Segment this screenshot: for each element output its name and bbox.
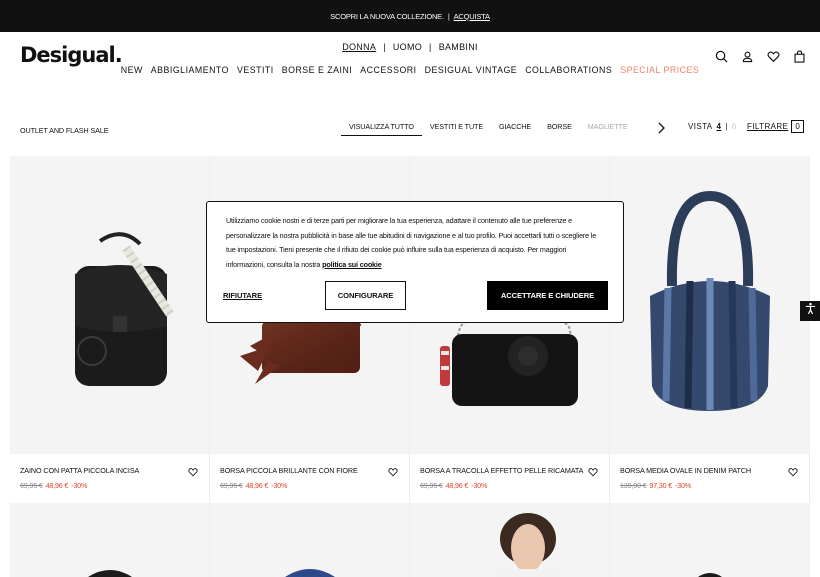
tab-bambini[interactable]: BAMBINI xyxy=(439,42,478,52)
old-price: 69,95 € xyxy=(220,481,243,490)
gender-sep: | xyxy=(429,42,432,52)
vista-4[interactable]: 4 xyxy=(717,122,722,131)
discount-badge: -30% xyxy=(271,481,288,490)
heart-icon[interactable] xyxy=(788,464,798,477)
product-grid-row-2 xyxy=(10,503,810,577)
product-name[interactable]: ZAINO CON PATTA PICCOLA INCISA xyxy=(20,466,185,475)
category-filters: VISUALIZZA TUTTO VESTITI E TUTE GIACCHE … xyxy=(341,118,647,136)
accessibility-button[interactable] xyxy=(800,301,820,321)
product-image[interactable] xyxy=(10,503,210,577)
discount-badge: -30% xyxy=(471,481,488,490)
bag-icon[interactable] xyxy=(793,50,806,63)
vista-label: VISTA xyxy=(688,122,713,131)
nav-desigual-vintage[interactable]: DESIGUAL VINTAGE xyxy=(425,65,518,75)
nav-collaborations[interactable]: COLLABORATIONS xyxy=(525,65,612,75)
category-vestiti-e-tute[interactable]: VESTITI E TUTE xyxy=(422,118,491,136)
category-magliette[interactable]: MAGLIETTE xyxy=(580,118,636,136)
configure-button[interactable]: CONFIGURARE xyxy=(325,281,406,310)
backpack-image xyxy=(75,232,174,386)
new-price: 48,96 € xyxy=(45,481,69,490)
product-card[interactable]: ZAINO CON PATTA PICCOLA INCISA 69,95 € 4… xyxy=(10,156,210,503)
nav-special-prices[interactable]: SPECIAL PRICES xyxy=(620,65,699,75)
category-visualizza-tutto[interactable]: VISUALIZZA TUTTO xyxy=(341,118,422,136)
nav-accessori[interactable]: ACCESSORI xyxy=(360,65,416,75)
category-giacche[interactable]: GIACCHE xyxy=(491,118,539,136)
view-switcher: VISTA 4 | 6 xyxy=(688,122,737,131)
product-image[interactable] xyxy=(10,156,209,454)
tab-uomo[interactable]: UOMO xyxy=(393,42,422,52)
promo-link[interactable]: ACQUISTA xyxy=(454,12,490,21)
promo-bar: SCOPRI LA NUOVA COLLEZIONE. | ACQUISTA xyxy=(0,0,820,32)
promo-separator: | xyxy=(447,11,450,21)
cookie-body: Utilizziamo cookie nostri e di terze par… xyxy=(226,216,597,269)
product-name[interactable]: BORSA MEDIA OVALE IN DENIM PATCH xyxy=(620,466,785,475)
filter-count: 0 xyxy=(791,120,805,133)
main-nav: NEW ABBIGLIAMENTO VESTITI BORSE E ZAINI … xyxy=(0,65,820,75)
accept-button[interactable]: ACCETTARE E CHIUDERE xyxy=(487,281,608,310)
user-icon[interactable] xyxy=(741,50,754,63)
cookie-banner: Utilizziamo cookie nostri e di terze par… xyxy=(206,201,624,323)
cookie-policy-link[interactable]: politica sui cookie xyxy=(322,260,382,269)
gender-tabs: DONNA | UOMO | BAMBINI xyxy=(0,42,820,52)
heart-icon[interactable] xyxy=(188,464,198,477)
search-icon[interactable] xyxy=(715,50,728,63)
breadcrumb[interactable]: OUTLET AND FLASH SALE xyxy=(20,126,109,135)
product-image[interactable] xyxy=(610,503,810,577)
product-price: 139,00 € 97,30 € -30% xyxy=(620,481,691,490)
promo-text: SCOPRI LA NUOVA COLLEZIONE. xyxy=(330,11,444,21)
product-name[interactable]: BORSA A TRACOLLA EFFETTO PELLE RICAMATA xyxy=(420,466,585,475)
header-icons xyxy=(715,50,806,63)
category-borse[interactable]: BORSE xyxy=(539,118,580,136)
accessibility-icon xyxy=(804,302,817,320)
product-price: 69,95 € 48,96 € -30% xyxy=(420,481,487,490)
old-price: 69,95 € xyxy=(420,481,443,490)
discount-badge: -30% xyxy=(674,481,691,490)
product-image[interactable] xyxy=(610,156,809,454)
product-price: 69,95 € 48,96 € -30% xyxy=(220,481,287,490)
gender-sep: | xyxy=(383,42,386,52)
nav-abbigliamento[interactable]: ABBIGLIAMENTO xyxy=(151,65,229,75)
product-card[interactable]: BORSA MEDIA OVALE IN DENIM PATCH 139,00 … xyxy=(610,156,810,503)
denim-bag-image xyxy=(650,190,770,411)
filter-button[interactable]: FILTRARE 0 xyxy=(747,120,805,133)
product-name[interactable]: BORSA PICCOLA BRILLANTE CON FIORE xyxy=(220,466,385,475)
chevron-right-icon[interactable] xyxy=(656,121,666,134)
heart-icon[interactable] xyxy=(388,464,398,477)
nav-vestiti[interactable]: VESTITI xyxy=(237,65,274,75)
product-price: 69,95 € 48,96 € -30% xyxy=(20,481,87,490)
cookie-text: Utilizziamo cookie nostri e di terze par… xyxy=(226,214,606,272)
new-price: 48,96 € xyxy=(445,481,469,490)
nav-borse-e-zaini[interactable]: BORSE E ZAINI xyxy=(282,65,353,75)
new-price: 97,30 € xyxy=(649,481,672,490)
reject-button[interactable]: RIFIUTARE xyxy=(223,291,262,300)
heart-icon[interactable] xyxy=(588,464,598,477)
nav-new[interactable]: NEW xyxy=(121,65,143,75)
heart-icon[interactable] xyxy=(767,50,780,63)
product-image[interactable] xyxy=(410,503,610,577)
filter-label: FILTRARE xyxy=(747,122,789,131)
old-price: 69,95 € xyxy=(20,481,43,490)
new-price: 48,96 € xyxy=(245,481,269,490)
discount-badge: -30% xyxy=(71,481,88,490)
vista-6[interactable]: 6 xyxy=(732,122,737,131)
old-price: 139,00 € xyxy=(620,481,647,490)
tab-donna[interactable]: DONNA xyxy=(342,42,376,52)
product-image[interactable] xyxy=(210,503,410,577)
vista-sep: | xyxy=(725,122,728,131)
